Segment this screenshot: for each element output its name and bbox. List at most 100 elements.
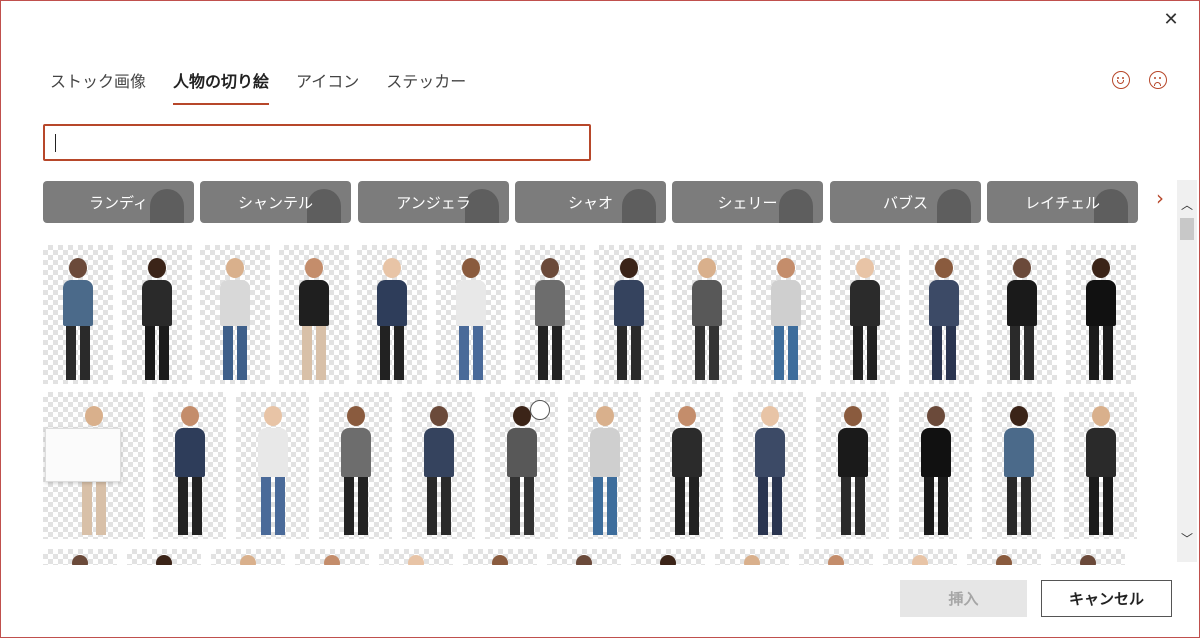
person-figure [1085, 406, 1116, 535]
person-figure [920, 406, 951, 535]
tab-icons[interactable]: アイコン [296, 64, 359, 102]
cutout-image-tile[interactable] [830, 245, 900, 384]
filter-chip-angela[interactable]: アンジェラ [358, 181, 509, 223]
cutout-image-tile[interactable] [236, 392, 309, 539]
chevron-right-icon[interactable]: › [1152, 186, 1168, 210]
person-head [156, 555, 172, 565]
cutout-image-tile[interactable] [436, 245, 506, 384]
person-head [576, 555, 592, 565]
chip-label: シャオ [567, 193, 613, 212]
person-figure [589, 406, 620, 535]
scroll-down-icon[interactable]: ﹀ [1177, 528, 1197, 548]
cutout-image-tile[interactable] [631, 549, 705, 565]
cutout-image-tile[interactable] [43, 245, 113, 384]
cutout-image-tile[interactable] [200, 245, 270, 384]
person-head [240, 555, 256, 565]
cutout-image-tile[interactable] [594, 245, 664, 384]
cutout-image-tile[interactable] [153, 392, 226, 539]
person-figure [1086, 258, 1116, 380]
cutout-image-tile[interactable] [1051, 549, 1125, 565]
cutout-image-tile[interactable] [799, 549, 873, 565]
vertical-scrollbar[interactable]: ︿ ﹀ [1177, 180, 1197, 562]
filter-chip-shelly[interactable]: シェリー [672, 181, 823, 223]
search-input[interactable] [45, 126, 589, 159]
cutout-image-tile[interactable] [463, 549, 537, 565]
cutout-image-tile[interactable] [883, 549, 957, 565]
person-figure [692, 258, 722, 380]
chip-label: バブス [882, 193, 928, 212]
cutout-image-tile[interactable] [547, 549, 621, 565]
cutout-image-tile[interactable] [751, 245, 821, 384]
person-figure [754, 406, 785, 535]
cancel-button[interactable]: キャンセル [1041, 580, 1172, 617]
tab-stock-images[interactable]: ストック画像 [50, 64, 146, 102]
image-grid [43, 245, 1137, 565]
cutout-image-tile[interactable] [279, 245, 349, 384]
person-figure [1003, 406, 1034, 535]
cutout-image-tile[interactable] [733, 392, 806, 539]
cutout-image-tile[interactable] [379, 549, 453, 565]
cutout-image-tile[interactable] [816, 392, 889, 539]
cutout-image-tile[interactable] [295, 549, 369, 565]
tab-bar: ストック画像 人物の切り絵 アイコン ステッカー [50, 64, 493, 105]
cutout-image-tile[interactable] [122, 245, 192, 384]
person-head [1080, 555, 1096, 565]
person-figure [614, 258, 644, 380]
cutout-image-tile[interactable] [982, 392, 1055, 539]
person-head [996, 555, 1012, 565]
person-figure [142, 258, 172, 380]
cutout-image-tile[interactable] [357, 245, 427, 384]
cutout-image-tile[interactable] [1066, 245, 1136, 384]
cutout-image-tile[interactable] [909, 245, 979, 384]
person-figure [535, 258, 565, 380]
select-checkbox[interactable] [530, 400, 550, 420]
chip-label: シャンテル [237, 193, 313, 212]
blank-sign-board [45, 428, 121, 482]
search-field[interactable] [43, 124, 591, 161]
cutout-image-tile[interactable] [650, 392, 723, 539]
person-head [828, 555, 844, 565]
cutout-image-tile[interactable] [568, 392, 641, 539]
cutout-image-tile[interactable] [1064, 392, 1137, 539]
person-figure [671, 406, 702, 535]
filter-chip-rachel[interactable]: レイチェル [987, 181, 1138, 223]
tab-cutout-people[interactable]: 人物の切り絵 [173, 64, 270, 105]
person-head [660, 555, 676, 565]
frown-icon[interactable] [1149, 71, 1167, 89]
person-figure [850, 258, 880, 380]
person-figure [771, 258, 801, 380]
insert-button[interactable]: 挿入 [900, 580, 1027, 617]
chip-label: ランディ [89, 193, 148, 212]
cutout-image-tile[interactable] [715, 549, 789, 565]
filter-chip-xiao[interactable]: シャオ [515, 181, 666, 223]
close-icon[interactable]: ✕ [1158, 6, 1184, 32]
person-thumbnail [937, 189, 971, 223]
chip-label: アンジェラ [396, 193, 471, 212]
cutout-image-tile[interactable] [319, 392, 392, 539]
person-head [72, 555, 88, 565]
cutout-image-tile[interactable] [43, 549, 117, 565]
tab-stickers[interactable]: ステッカー [386, 64, 466, 102]
cutout-image-tile[interactable] [967, 549, 1041, 565]
cutout-image-tile[interactable] [987, 245, 1057, 384]
smile-icon[interactable] [1112, 71, 1130, 89]
person-figure [377, 258, 407, 380]
person-thumbnail [622, 189, 656, 223]
person-figure [63, 258, 93, 380]
person-thumbnail [779, 189, 813, 223]
cutout-image-tile[interactable] [43, 392, 145, 539]
cutout-image-tile[interactable] [515, 245, 585, 384]
cutout-image-tile[interactable] [485, 392, 558, 539]
person-figure [174, 406, 205, 535]
cutout-image-tile[interactable] [672, 245, 742, 384]
scrollbar-thumb[interactable] [1180, 218, 1194, 240]
filter-chip-babs[interactable]: バブス [830, 181, 981, 223]
scroll-up-icon[interactable]: ︿ [1177, 194, 1197, 214]
person-figure [456, 258, 486, 380]
cutout-image-tile[interactable] [211, 549, 285, 565]
filter-chip-chantel[interactable]: シャンテル [200, 181, 351, 223]
cutout-image-tile[interactable] [127, 549, 201, 565]
cutout-image-tile[interactable] [402, 392, 475, 539]
cutout-image-tile[interactable] [899, 392, 972, 539]
filter-chip-randy[interactable]: ランディ [43, 181, 194, 223]
